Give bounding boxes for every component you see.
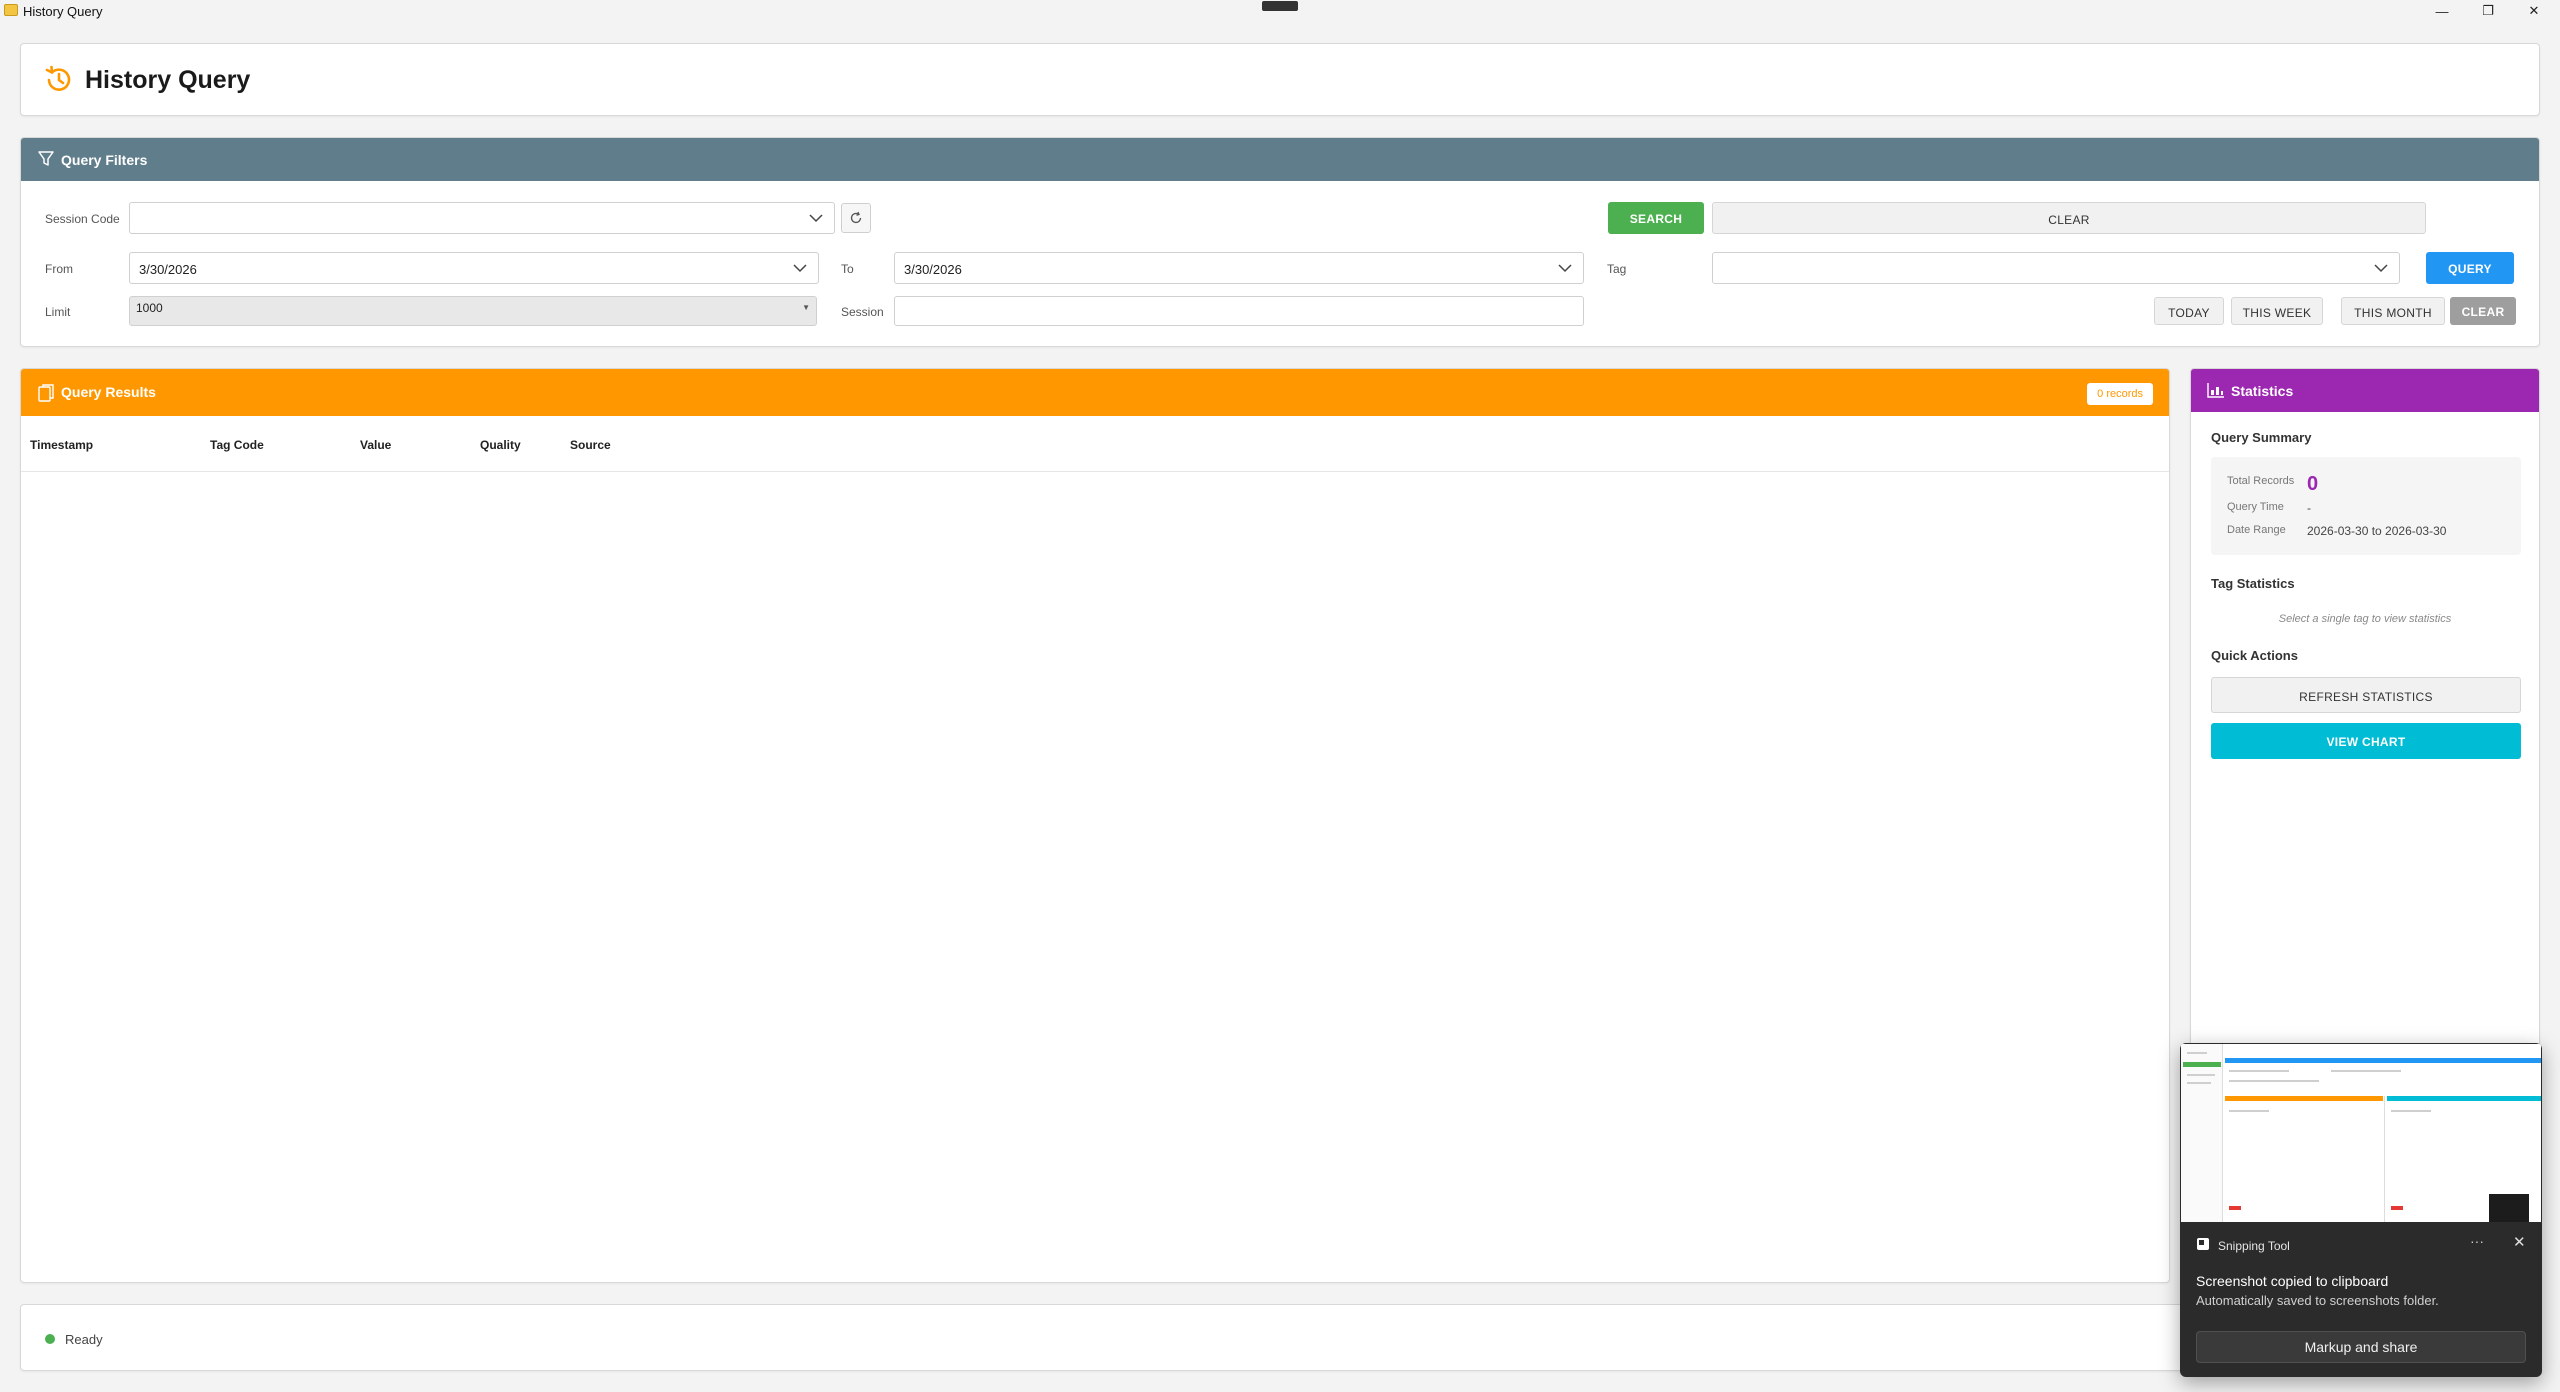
thumbnail-line xyxy=(2187,1052,2207,1054)
status-indicator xyxy=(45,1334,55,1344)
filter-icon xyxy=(38,151,54,166)
column-quality[interactable]: Quality xyxy=(480,438,521,452)
to-date-picker[interactable]: 3/30/2026 xyxy=(894,252,1584,284)
query-time-label: Query Time xyxy=(2227,501,2284,513)
snipping-tool-notification[interactable]: Snipping Tool ··· ✕ Screenshot copied to… xyxy=(2180,1043,2542,1377)
session-input[interactable] xyxy=(894,296,1584,326)
more-options-icon[interactable]: ··· xyxy=(2470,1233,2484,1249)
chart-icon xyxy=(2207,383,2224,398)
thumbnail-cyan-bar xyxy=(2387,1096,2541,1101)
refresh-icon xyxy=(850,211,862,224)
column-source[interactable]: Source xyxy=(570,438,611,452)
snipping-tool-icon xyxy=(2197,1238,2209,1250)
tag-statistics-heading: Tag Statistics xyxy=(2211,576,2295,591)
query-summary-heading: Query Summary xyxy=(2211,430,2312,445)
results-table-header: Timestamp Tag Code Value Quality Source xyxy=(21,416,2169,472)
thumbnail-line xyxy=(2229,1070,2289,1072)
to-label: To xyxy=(841,262,854,276)
maximize-button[interactable]: ❐ xyxy=(2466,0,2510,22)
thumbnail-divider xyxy=(2384,1096,2385,1222)
thumbnail-red-mark xyxy=(2229,1206,2241,1210)
record-count-badge: 0 records xyxy=(2087,383,2153,405)
screenshot-thumbnail[interactable] xyxy=(2181,1044,2541,1222)
this-week-button[interactable]: THIS WEEK xyxy=(2231,297,2323,325)
from-label: From xyxy=(45,262,73,276)
query-filters-panel: Query Filters Session Code SEARCH CLEAR … xyxy=(20,137,2540,347)
history-icon xyxy=(45,65,71,91)
folder-icon xyxy=(4,4,18,16)
session-code-combobox[interactable] xyxy=(129,202,835,234)
search-button[interactable]: SEARCH xyxy=(1608,202,1704,234)
chevron-down-icon xyxy=(809,214,823,223)
thumbnail-line xyxy=(2391,1110,2431,1112)
notification-subtext: Automatically saved to screenshots folde… xyxy=(2196,1293,2439,1308)
status-text: Ready xyxy=(65,1332,103,1347)
chevron-down-icon xyxy=(793,264,807,273)
notification-message: Screenshot copied to clipboard xyxy=(2196,1273,2389,1289)
limit-combobox[interactable]: 1000 ▼ xyxy=(129,296,817,326)
thumbnail-line xyxy=(2229,1110,2269,1112)
status-bar: Ready xyxy=(20,1304,2540,1371)
query-filters-title: Query Filters xyxy=(61,152,148,168)
query-results-title: Query Results xyxy=(61,384,156,400)
from-date-value: 3/30/2026 xyxy=(139,262,197,277)
query-summary-box: Total Records 0 Query Time - Date Range … xyxy=(2211,457,2521,555)
thumbnail-sidebar xyxy=(2181,1044,2223,1222)
query-time-value: - xyxy=(2307,501,2311,515)
thumbnail-line xyxy=(2229,1080,2319,1082)
snap-grip[interactable] xyxy=(1262,1,1298,11)
chevron-down-icon: ▼ xyxy=(802,303,810,312)
thumbnail-red-mark xyxy=(2391,1206,2403,1210)
total-records-value: 0 xyxy=(2307,473,2319,495)
date-range-value: 2026-03-30 to 2026-03-30 xyxy=(2307,524,2447,538)
query-results-header: Query Results 0 records xyxy=(21,369,2169,416)
date-range-label: Date Range xyxy=(2227,524,2286,536)
to-date-value: 3/30/2026 xyxy=(904,262,962,277)
chevron-down-icon xyxy=(1558,264,1572,273)
thumbnail-orange-bar xyxy=(2225,1096,2383,1101)
minimize-button[interactable]: — xyxy=(2420,0,2464,22)
refresh-statistics-button[interactable]: REFRESH STATISTICS xyxy=(2211,677,2521,713)
limit-label: Limit xyxy=(45,305,71,319)
thumbnail-dark-block xyxy=(2489,1194,2529,1222)
tag-statistics-hint: Select a single tag to view statistics xyxy=(2278,613,2452,625)
this-month-button[interactable]: THIS MONTH xyxy=(2341,297,2445,325)
thumbnail-line xyxy=(2331,1070,2401,1072)
window-titlebar: History Query — ❐ ✕ xyxy=(0,0,2560,22)
clear-top-button[interactable]: CLEAR xyxy=(1712,202,2426,234)
page-title: History Query xyxy=(85,66,251,94)
statistics-header: Statistics xyxy=(2191,369,2539,412)
limit-value: 1000 xyxy=(136,301,163,315)
column-value[interactable]: Value xyxy=(360,438,391,452)
thumbnail-blue-bar xyxy=(2225,1058,2541,1063)
page-header: History Query xyxy=(20,43,2540,116)
tag-combobox[interactable] xyxy=(1712,252,2400,284)
quick-actions-heading: Quick Actions xyxy=(2211,648,2298,663)
query-filters-header: Query Filters xyxy=(21,138,2539,181)
column-tag-code[interactable]: Tag Code xyxy=(210,438,264,452)
column-timestamp[interactable]: Timestamp xyxy=(30,438,93,452)
session-label: Session xyxy=(841,305,884,319)
clear-bottom-button[interactable]: CLEAR xyxy=(2450,297,2516,325)
close-icon[interactable]: ✕ xyxy=(2513,1233,2526,1251)
thumbnail-line xyxy=(2187,1074,2215,1076)
session-code-label: Session Code xyxy=(45,212,120,226)
notification-app-name: Snipping Tool xyxy=(2218,1239,2290,1253)
refresh-sessions-button[interactable] xyxy=(841,203,871,233)
thumbnail-green-bar xyxy=(2183,1062,2221,1067)
thumbnail-line xyxy=(2187,1082,2211,1084)
query-results-panel: Query Results 0 records Timestamp Tag Co… xyxy=(20,368,2170,1283)
total-records-label: Total Records xyxy=(2227,475,2295,487)
chevron-down-icon xyxy=(2374,264,2388,273)
copy-icon xyxy=(38,384,54,402)
markup-and-share-button[interactable]: Markup and share xyxy=(2196,1331,2526,1363)
today-button[interactable]: TODAY xyxy=(2154,297,2224,325)
window-title: History Query xyxy=(23,4,103,19)
close-button[interactable]: ✕ xyxy=(2512,0,2556,22)
query-button[interactable]: QUERY xyxy=(2426,252,2514,284)
view-chart-button[interactable]: VIEW CHART xyxy=(2211,723,2521,759)
tag-label: Tag xyxy=(1607,262,1627,276)
from-date-picker[interactable]: 3/30/2026 xyxy=(129,252,819,284)
statistics-title: Statistics xyxy=(2231,383,2294,399)
